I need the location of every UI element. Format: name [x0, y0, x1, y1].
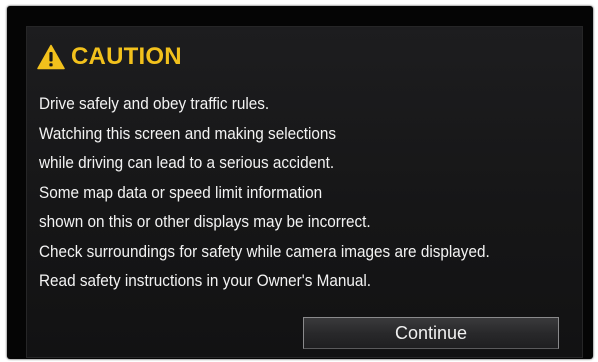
continue-button[interactable]: Continue	[303, 317, 559, 349]
caution-message-line: Read safety instructions in your Owner's…	[39, 271, 372, 290]
caution-message-line: Some map data or speed limit information	[39, 182, 323, 202]
caution-dialog: CAUTION Drive safely and obey traffic ru…	[26, 26, 583, 358]
display-bezel: CAUTION Drive safely and obey traffic ru…	[7, 6, 593, 359]
dialog-title: CAUTION	[71, 43, 182, 70]
caution-message-list: Drive safely and obey traffic rules. Wat…	[39, 89, 540, 296]
caution-message-line: while driving can lead to a serious acci…	[39, 153, 335, 172]
caution-message-line: Drive safely and obey traffic rules.	[39, 94, 270, 113]
caution-message-line: Check surroundings for safety while came…	[39, 241, 490, 261]
warning-triangle-icon	[37, 44, 65, 70]
caution-message-line: shown on this or other displays may be i…	[39, 212, 371, 231]
dialog-header: CAUTION	[37, 41, 182, 73]
caution-message-line: Watching this screen and making selectio…	[39, 123, 337, 143]
